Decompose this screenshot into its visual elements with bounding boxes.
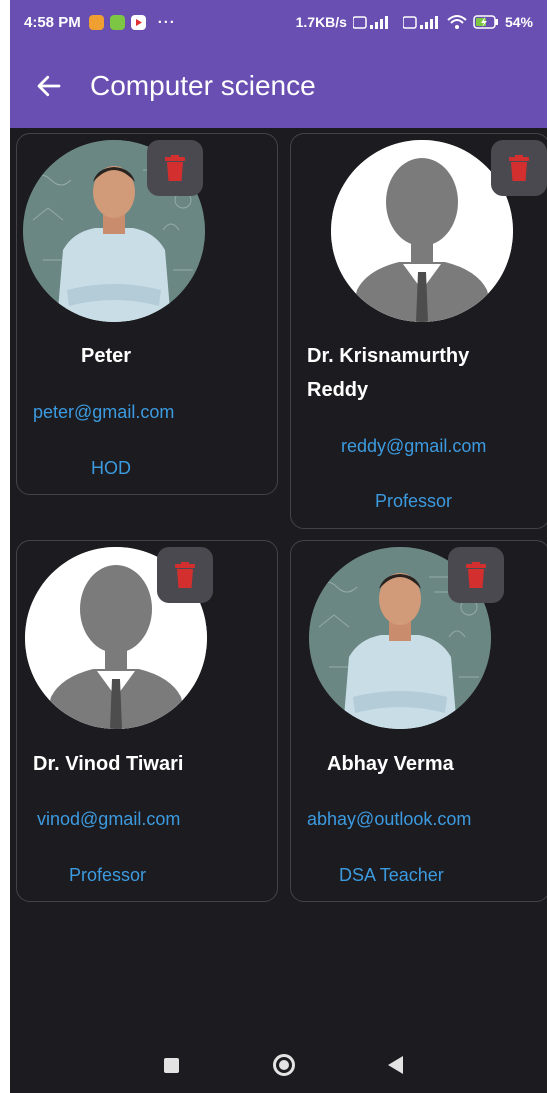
faculty-role: DSA Teacher [339, 865, 444, 885]
faculty-email[interactable]: abhay@outlook.com [307, 809, 471, 830]
faculty-name: Peter [81, 345, 132, 367]
home-circle-inner [279, 1060, 289, 1070]
navigation-bar [10, 1036, 547, 1093]
youtube-icon [130, 14, 146, 30]
faculty-role: Professor [375, 491, 453, 511]
delete-button[interactable] [448, 547, 504, 603]
faculty-name: Dr. Vinod Tiwari [33, 753, 184, 775]
back-triangle-icon[interactable] [388, 1056, 404, 1074]
more-notifications-icon: ··· [157, 13, 176, 31]
delete-button[interactable] [147, 140, 203, 196]
faculty-card-reddy[interactable]: Dr. Krisnamurthy Reddy reddy@gmail.com P… [290, 133, 547, 529]
trash-icon [175, 562, 195, 588]
home-circle-icon[interactable] [273, 1054, 295, 1076]
cellular-signal-icon [352, 16, 388, 29]
page-title: Computer science [90, 70, 316, 101]
status-bar: 4:58 PM ··· 1.7KB/s 54% [10, 0, 547, 44]
app-bar: Computer science [10, 44, 547, 128]
wifi-icon [447, 15, 467, 29]
trash-icon [466, 562, 486, 588]
faculty-card-vinod[interactable]: Dr. Vinod Tiwari vinod@gmail.com Profess… [16, 540, 278, 902]
download-icon [109, 14, 125, 30]
status-time: 4:58 PM [24, 13, 81, 31]
trash-icon [509, 155, 529, 181]
faculty-email[interactable]: peter@gmail.com [33, 402, 174, 423]
arrow-left-icon[interactable] [34, 71, 64, 101]
battery-level: 54% [504, 14, 533, 30]
avatar-placeholder [331, 140, 513, 322]
trash-icon [165, 155, 185, 181]
delete-button[interactable] [157, 547, 213, 603]
faculty-email[interactable]: vinod@gmail.com [37, 809, 180, 830]
faculty-card-abhay[interactable]: Abhay Verma abhay@outlook.com DSA Teache… [290, 540, 547, 902]
faculty-role: HOD [91, 458, 131, 478]
faculty-email[interactable]: reddy@gmail.com [341, 436, 486, 457]
notification-icon-app [88, 14, 104, 30]
faculty-name: Abhay Verma [327, 753, 454, 775]
faculty-card-peter[interactable]: Peter peter@gmail.com HOD [16, 133, 278, 495]
phone-screen: 4:58 PM ··· 1.7KB/s 54% Computer science… [10, 0, 547, 1093]
faculty-role: Professor [69, 865, 147, 885]
net-speed: 1.7KB/s [295, 14, 347, 30]
delete-button[interactable] [491, 140, 547, 196]
recents-square-icon[interactable] [164, 1058, 179, 1073]
faculty-name: Dr. Krisnamurthy Reddy [307, 345, 470, 401]
cellular-signal-2-icon [402, 16, 438, 29]
battery-icon [473, 15, 498, 29]
